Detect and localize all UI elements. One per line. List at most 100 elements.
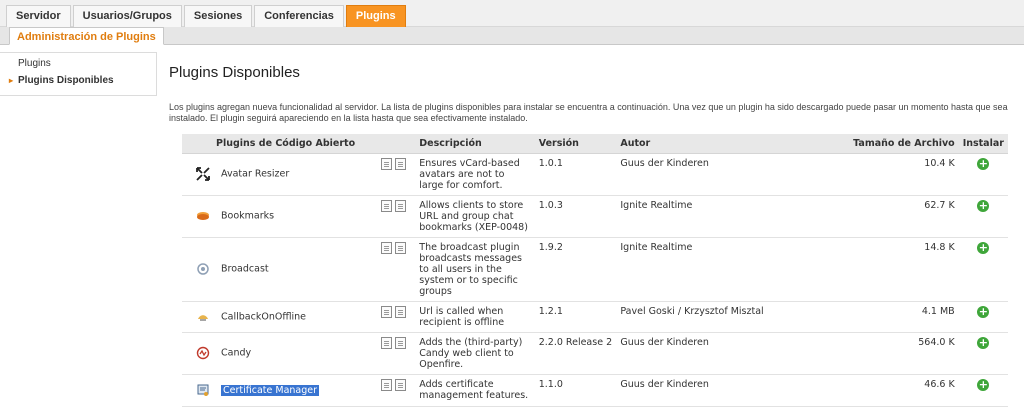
plugin-name: Broadcast xyxy=(221,263,269,275)
plugin-version: 1.0.3 xyxy=(534,195,617,238)
certificate-icon xyxy=(197,384,209,396)
tab-conferencias[interactable]: Conferencias xyxy=(254,5,344,27)
col-header-name: Plugins de Código Abierto xyxy=(182,134,382,154)
plugin-description: Allows clients to store URL and group ch… xyxy=(415,195,535,238)
plugin-name: Certificate Manager xyxy=(221,384,320,396)
table-header-row: Plugins de Código Abierto Descripción Ve… xyxy=(182,134,1008,154)
plugin-version: 2.2.0 Release 2 xyxy=(534,332,617,375)
top-nav: Servidor Usuarios/Grupos Sesiones Confer… xyxy=(0,0,1024,27)
plugin-version: 1.2.1 xyxy=(534,301,617,333)
top-nav-tabs: Servidor Usuarios/Grupos Sesiones Confer… xyxy=(6,5,408,27)
changelog-icon[interactable] xyxy=(395,336,407,349)
readme-icon[interactable] xyxy=(381,378,393,391)
selected-arrow-icon: ▸ xyxy=(9,76,14,85)
col-header-description: Descripción xyxy=(415,134,535,154)
install-plus-icon[interactable]: + xyxy=(977,157,990,170)
plugin-name-cell: CallbackOnOffline xyxy=(182,301,382,333)
install-plus-icon[interactable]: + xyxy=(977,305,990,318)
plugin-version: 1.0.1 xyxy=(534,153,617,196)
table-row: CallbackOnOffline Url is called when rec… xyxy=(182,301,1008,333)
changelog-icon[interactable] xyxy=(395,378,407,391)
plugin-author: Guus der Kinderen xyxy=(616,332,835,375)
plugin-size: 46.6 K xyxy=(834,374,959,407)
plugin-size: 62.7 K xyxy=(834,195,959,238)
readme-icon[interactable] xyxy=(381,336,393,349)
plugin-author: Ignite Realtime xyxy=(616,237,835,302)
plugin-version: 1.9.2 xyxy=(534,237,617,302)
plugin-install-cell: + xyxy=(958,153,1008,196)
broadcast-icon xyxy=(197,263,209,275)
plugin-name-cell: Candy xyxy=(182,332,382,375)
sidebar-item-plugins[interactable]: Plugins xyxy=(18,58,51,69)
candy-icon xyxy=(196,346,210,360)
plugin-name: Candy xyxy=(221,347,252,359)
plugin-name: CallbackOnOffline xyxy=(221,311,307,322)
plugin-size: 564.0 K xyxy=(834,332,959,375)
install-plus-icon[interactable]: + xyxy=(977,241,990,254)
plugin-install-cell: + xyxy=(958,332,1008,375)
plugin-install-cell: + xyxy=(958,301,1008,333)
readme-icon[interactable] xyxy=(381,199,393,212)
plugin-docs-cell xyxy=(381,374,416,407)
plugin-author: Pavel Goski / Krzysztof Misztal xyxy=(616,301,835,333)
sub-nav: Administración de Plugins xyxy=(0,27,1024,45)
table-row: Certificate Manager Adds certificate man… xyxy=(182,374,1008,407)
plugin-description: The broadcast plugin broadcasts messages… xyxy=(415,237,535,302)
plugin-description: Url is called when recipient is offline xyxy=(415,301,535,333)
sidebar-item-plugins-disponibles[interactable]: ▸ Plugins Disponibles xyxy=(9,75,114,86)
callback-offline-icon xyxy=(198,314,208,321)
sidebar: Plugins ▸ Plugins Disponibles xyxy=(0,52,157,96)
plugin-size: 14.8 K xyxy=(834,237,959,302)
readme-icon[interactable] xyxy=(381,305,393,318)
plugin-docs-cell xyxy=(381,195,416,238)
table-row: Avatar Resizer Ensures vCard-based avata… xyxy=(182,153,1008,196)
col-header-docs xyxy=(381,134,416,154)
plugin-docs-cell xyxy=(381,301,416,333)
plugin-description: Adds the (third-party) Candy web client … xyxy=(415,332,535,375)
col-header-author: Autor xyxy=(616,134,835,154)
plugin-name-cell: Certificate Manager xyxy=(182,374,382,407)
plugin-size: 10.4 K xyxy=(834,153,959,196)
changelog-icon[interactable] xyxy=(395,305,407,318)
col-header-version: Versión xyxy=(534,134,617,154)
plugin-docs-cell xyxy=(381,332,416,375)
plugin-docs-cell xyxy=(381,153,416,196)
plugin-name: Bookmarks xyxy=(221,210,275,222)
plugin-version: 1.1.0 xyxy=(534,374,617,407)
install-plus-icon[interactable]: + xyxy=(977,378,990,391)
tab-sesiones[interactable]: Sesiones xyxy=(183,5,253,27)
install-plus-icon[interactable]: + xyxy=(977,336,990,349)
changelog-icon[interactable] xyxy=(395,199,407,212)
plugin-name-cell: Bookmarks xyxy=(182,195,382,238)
tab-plugins[interactable]: Plugins xyxy=(345,5,406,27)
install-plus-icon[interactable]: + xyxy=(977,199,990,212)
tab-servidor[interactable]: Servidor xyxy=(6,5,71,27)
plugin-size: 4.1 MB xyxy=(834,301,959,333)
table-row: Bookmarks Allows clients to store URL an… xyxy=(182,195,1008,238)
plugin-description: Ensures vCard-based avatars are not to l… xyxy=(415,153,535,196)
changelog-icon[interactable] xyxy=(395,157,407,170)
col-header-install: Instalar xyxy=(958,134,1008,154)
readme-icon[interactable] xyxy=(381,241,393,254)
plugin-name-cell: Avatar Resizer xyxy=(182,153,382,196)
subtab-administracion-plugins[interactable]: Administración de Plugins xyxy=(9,27,164,45)
plugin-install-cell: + xyxy=(958,237,1008,302)
plugin-author: Guus der Kinderen xyxy=(616,374,835,407)
plugin-description: Adds certificate management features. xyxy=(415,374,535,407)
table-row: Candy Adds the (third-party) Candy web c… xyxy=(182,332,1008,375)
page-title: Plugins Disponibles xyxy=(169,64,300,81)
changelog-icon[interactable] xyxy=(395,241,407,254)
plugin-install-cell: + xyxy=(958,195,1008,238)
sidebar-item-label: Plugins Disponibles xyxy=(18,75,114,86)
tab-usuarios-grupos[interactable]: Usuarios/Grupos xyxy=(72,5,182,27)
plugin-name: Avatar Resizer xyxy=(221,168,290,180)
plugin-author: Ignite Realtime xyxy=(616,195,835,238)
table-row: Broadcast The broadcast plugin broadcast… xyxy=(182,237,1008,302)
avatar-resizer-icon xyxy=(196,167,210,181)
col-header-size: Tamaño de Archivo xyxy=(834,134,959,154)
plugins-table: Plugins de Código Abierto Descripción Ve… xyxy=(182,134,1008,407)
bookmarks-icon xyxy=(197,212,209,220)
plugin-docs-cell xyxy=(381,237,416,302)
plugin-author: Guus der Kinderen xyxy=(616,153,835,196)
readme-icon[interactable] xyxy=(381,157,393,170)
